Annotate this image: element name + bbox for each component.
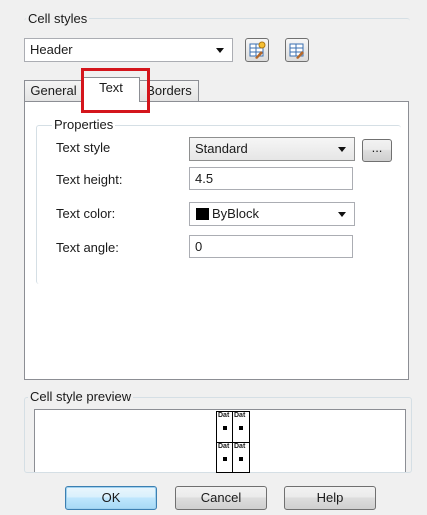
modify-style-button[interactable] <box>285 38 309 62</box>
preview-cell: Dat <box>217 443 233 473</box>
preview-table: Dat Dat Dat Dat <box>216 411 250 473</box>
tab-text[interactable]: Text <box>82 77 140 102</box>
cell-style-dropdown[interactable]: Header <box>24 38 233 62</box>
tab-general[interactable]: General <box>24 80 83 102</box>
preview-cell: Dat <box>233 443 249 473</box>
cell-styles-label: Cell styles <box>26 11 90 26</box>
text-color-dropdown[interactable]: ByBlock <box>189 202 355 226</box>
preview-cell: Dat <box>233 412 249 442</box>
new-style-button[interactable] <box>245 38 269 62</box>
text-style-dropdown[interactable]: Standard <box>189 137 355 161</box>
help-label: Help <box>316 490 344 505</box>
text-angle-field[interactable]: 0 <box>189 235 353 258</box>
preview-row: Dat Dat <box>217 443 249 473</box>
text-color-value: ByBlock <box>212 206 259 221</box>
ok-button[interactable]: OK <box>65 486 157 510</box>
preview-cell-mark <box>239 426 243 430</box>
chevron-down-icon <box>216 48 224 53</box>
text-angle-label: Text angle: <box>56 240 119 255</box>
modify-table-style-icon <box>289 43 304 59</box>
preview-cell-text: Dat <box>218 443 230 450</box>
cancel-label: Cancel <box>200 490 242 505</box>
text-style-browse-button[interactable]: ... <box>362 139 392 162</box>
color-swatch-icon <box>196 208 209 220</box>
tab-borders[interactable]: Borders <box>139 80 199 102</box>
tab-general-label: General <box>30 83 77 98</box>
chevron-down-icon <box>338 212 346 217</box>
text-style-label: Text style <box>56 140 111 155</box>
preview-cell: Dat <box>217 412 233 442</box>
cell-style-preview-label: Cell style preview <box>28 389 134 404</box>
preview-cell-text: Dat <box>218 412 230 419</box>
tab-text-label: Text <box>99 80 123 95</box>
tab-borders-label: Borders <box>146 83 192 98</box>
help-button[interactable]: Help <box>284 486 376 510</box>
text-color-label: Text color: <box>56 206 116 221</box>
cancel-button[interactable]: Cancel <box>175 486 267 510</box>
chevron-down-icon <box>338 147 346 152</box>
preview-cell-mark <box>223 426 227 430</box>
preview-cell-text: Dat <box>234 412 246 419</box>
preview-cell-mark <box>239 457 243 461</box>
cell-style-value: Header <box>30 42 73 57</box>
preview-row: Dat Dat <box>217 412 249 443</box>
text-height-field[interactable]: 4.5 <box>189 167 353 190</box>
ok-label: OK <box>101 490 121 505</box>
new-table-style-icon <box>249 41 266 59</box>
properties-label: Properties <box>52 117 116 132</box>
ellipsis-label: ... <box>371 140 383 155</box>
preview-cell-mark <box>223 457 227 461</box>
text-style-value: Standard <box>195 141 248 156</box>
preview-cell-text: Dat <box>234 443 246 450</box>
text-height-label: Text height: <box>56 172 123 187</box>
